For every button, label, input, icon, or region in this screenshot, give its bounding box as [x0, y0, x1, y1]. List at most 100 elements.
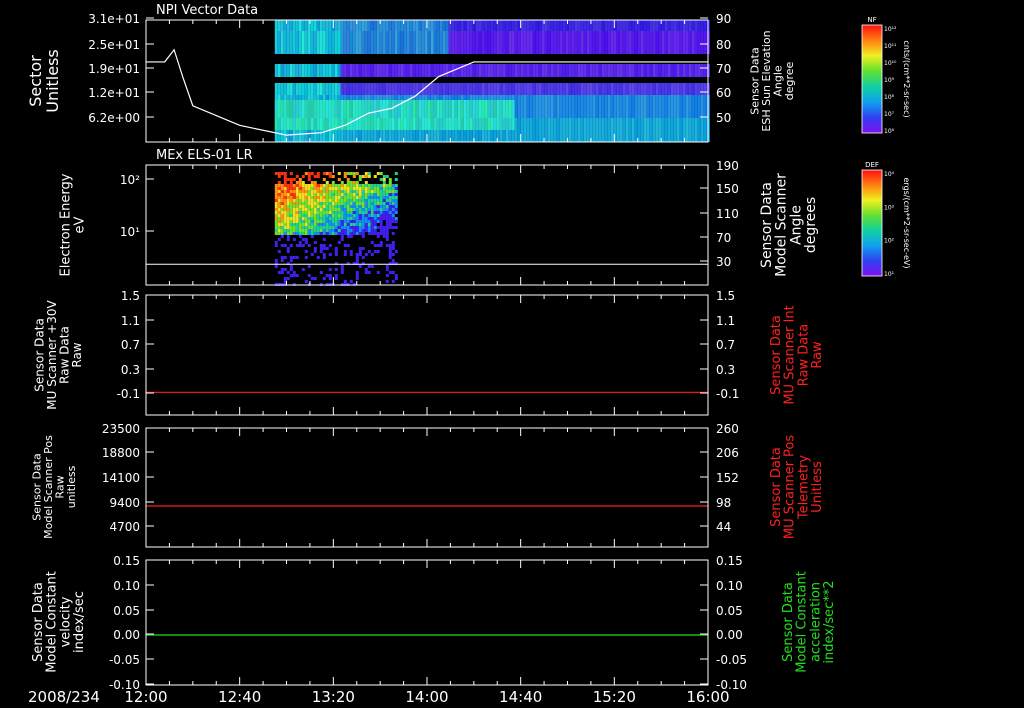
heatmap-cell — [340, 271, 344, 274]
heatmap-cell — [337, 208, 341, 211]
colorbar-tick-label: 10² — [884, 238, 895, 245]
heatmap-cell — [577, 95, 581, 118]
heatmap-cell — [328, 100, 332, 118]
heatmap-cell — [340, 202, 344, 205]
heatmap-cell — [325, 190, 329, 193]
heatmap-cell — [358, 220, 362, 223]
heatmap-cell — [292, 199, 296, 202]
heatmap-cell — [634, 64, 638, 77]
heatmap-cell — [325, 232, 329, 235]
heatmap-cell — [559, 95, 563, 118]
heatmap-cell — [526, 83, 530, 95]
heatmap-cell — [319, 232, 323, 235]
heatmap-cell — [313, 184, 317, 187]
heatmap-cell — [316, 172, 320, 175]
heatmap-cell — [559, 64, 563, 77]
heatmap-cell — [367, 214, 371, 217]
heatmap-cell — [379, 229, 383, 232]
heatmap-cell — [364, 196, 368, 199]
heatmap-cell — [574, 20, 578, 31]
heatmap-cell — [523, 83, 527, 95]
heatmap-cell — [280, 232, 284, 235]
heatmap-cell — [361, 175, 365, 178]
heatmap-cell — [277, 223, 281, 226]
heatmap-cell — [343, 64, 347, 77]
heatmap-cell — [301, 199, 305, 202]
heatmap-cell — [316, 256, 320, 259]
heatmap-cell — [349, 83, 353, 95]
heatmap-cell — [376, 235, 380, 238]
heatmap-cell — [553, 31, 557, 54]
heatmap-cell — [283, 118, 287, 130]
heatmap-cell — [289, 64, 293, 77]
heatmap-cell — [274, 31, 278, 54]
heatmap-cell — [307, 229, 311, 232]
heatmap-cell — [355, 256, 359, 259]
heatmap-cell — [322, 226, 326, 229]
heatmap-cell — [376, 217, 380, 220]
heatmap-cell — [346, 64, 350, 77]
heatmap-cell — [376, 187, 380, 190]
heatmap-cell — [388, 226, 392, 229]
heatmap-cell — [286, 31, 290, 54]
heatmap-cell — [307, 178, 311, 181]
heatmap-cell — [307, 193, 311, 196]
heatmap-cell — [349, 20, 353, 31]
heatmap-cell — [586, 83, 590, 95]
heatmap-cell — [394, 196, 398, 199]
heatmap-cell — [340, 208, 344, 211]
heatmap-cell — [490, 64, 494, 77]
heatmap-cell — [391, 184, 395, 187]
heatmap-cell — [304, 223, 308, 226]
heatmap-cell — [319, 190, 323, 193]
heatmap-cell — [295, 100, 299, 118]
heatmap-cell — [406, 31, 410, 54]
heatmap-cell — [337, 217, 341, 220]
heatmap-cell — [358, 178, 362, 181]
heatmap-cell — [313, 199, 317, 202]
heatmap-cell — [490, 83, 494, 95]
heatmap-cell — [283, 226, 287, 229]
heatmap-cell — [304, 232, 308, 235]
y-tick-label: -0.05 — [109, 653, 140, 667]
heatmap-cell — [283, 205, 287, 208]
heatmap-cell — [475, 31, 479, 54]
heatmap-cell — [505, 118, 509, 130]
heatmap-cell — [328, 208, 332, 211]
heatmap-cell — [322, 172, 326, 175]
heatmap-cell — [391, 190, 395, 193]
heatmap-cell — [343, 199, 347, 202]
heatmap-cell — [679, 95, 683, 118]
heatmap-cell — [355, 187, 359, 190]
heatmap-cell — [301, 223, 305, 226]
heatmap-cell — [580, 83, 584, 95]
heatmap-cell — [283, 220, 287, 223]
heatmap-cell — [292, 217, 296, 220]
heatmap-cell — [523, 20, 527, 31]
heatmap-cell — [352, 187, 356, 190]
heatmap-cell — [298, 214, 302, 217]
heatmap-cell — [313, 187, 317, 190]
heatmap-cell — [544, 95, 548, 118]
heatmap-cell — [322, 256, 326, 259]
heatmap-cell — [292, 223, 296, 226]
heatmap-cell — [394, 202, 398, 205]
heatmap-cell — [325, 31, 329, 54]
heatmap-cell — [349, 172, 353, 175]
heatmap-cell — [292, 184, 296, 187]
heatmap-cell — [433, 83, 437, 95]
heatmap-cell — [277, 250, 281, 253]
y2-tick-label: 110 — [716, 207, 739, 221]
heatmap-cell — [358, 100, 362, 118]
heatmap-cell — [370, 208, 374, 211]
heatmap-cell — [394, 172, 398, 175]
heatmap-cell — [481, 31, 485, 54]
heatmap-cell — [361, 190, 365, 193]
y-tick-label: 23500 — [102, 422, 140, 436]
heatmap-cell — [352, 100, 356, 118]
heatmap-cell — [379, 190, 383, 193]
heatmap-cell — [535, 118, 539, 142]
heatmap-cell — [361, 256, 365, 259]
heatmap-cell — [469, 31, 473, 54]
heatmap-cell — [691, 20, 695, 31]
